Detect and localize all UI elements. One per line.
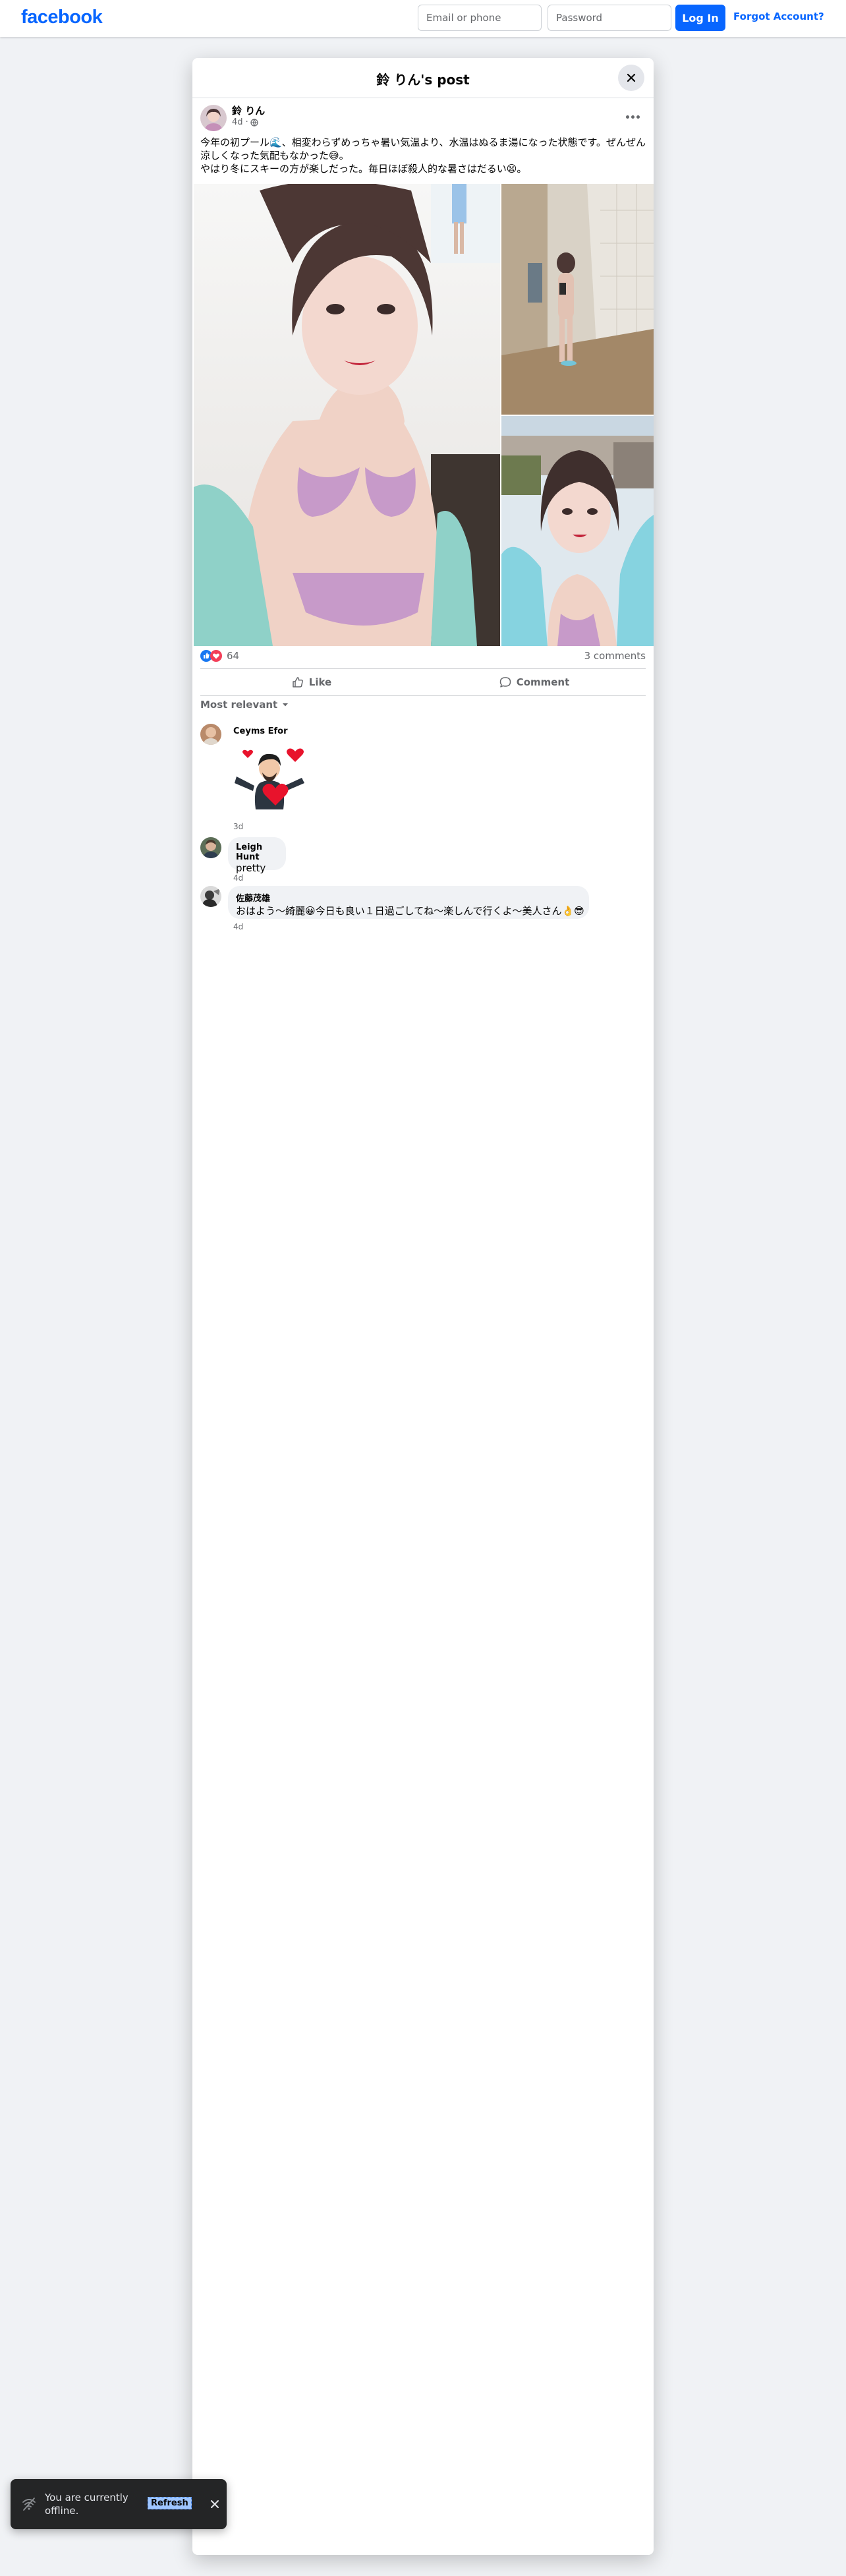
commenter-avatar[interactable] [200,837,221,858]
author-avatar[interactable] [200,105,227,131]
love-reaction-icon[interactable] [210,650,222,662]
close-icon [627,73,636,82]
sort-label: Most relevant [200,699,278,711]
comment-text: おはよう〜綺麗😀今日も良い１日過ごしてね〜楽しんで行くよ〜美人さん👌😎 [236,905,584,917]
comment-time[interactable]: 3d [233,822,243,831]
globe-icon [250,118,258,127]
reactions-summary: 64 3 comments [200,649,646,664]
login-button[interactable]: Log In [675,5,725,31]
chevron-down-icon [283,703,289,707]
heart-sticker [233,744,307,812]
dialog-header: 鈴 りん's post [192,58,654,98]
post-dialog: 鈴 りん's post 鈴 りん 4d · 今年の初プール🌊、相変わらずめっちゃ… [192,58,654,2555]
close-icon[interactable] [208,2498,221,2511]
post-photo-2[interactable] [501,184,654,415]
post-text-line: 涼しくなった気配もなかった😅。 [200,150,349,161]
email-field[interactable] [418,5,542,31]
commenter-avatar[interactable] [200,886,221,907]
close-button[interactable] [618,65,644,91]
post-actions-bar: Like Comment [200,668,646,696]
dialog-title: 鈴 りん's post [376,72,470,88]
author-name[interactable]: 鈴 りん [232,103,265,117]
comment-bubble: 佐藤茂雄 おはよう〜綺麗😀今日も良い１日過ごしてね〜楽しんで行くよ〜美人さん👌😎 [228,886,589,919]
password-field[interactable] [548,5,671,31]
post-photo-3[interactable] [501,416,654,646]
post-meta: 4d · [232,117,258,127]
facebook-logo[interactable]: facebook [21,7,103,28]
like-button[interactable]: Like [200,669,423,695]
forgot-account-link[interactable]: Forgot Account? [733,11,824,22]
wifi-off-icon [22,2498,36,2511]
refresh-link[interactable]: Refresh [148,2497,192,2509]
more-options-icon[interactable] [621,109,644,124]
comment-icon [499,677,511,688]
commenter-avatar[interactable] [200,724,221,745]
comment-label: Comment [516,676,570,688]
comment-button[interactable]: Comment [423,669,646,695]
post-text-line: 今年の初プール🌊、相変わらずめっちゃ暑い気温より、水温はぬるま湯になった状態です… [200,136,646,148]
commenter-name[interactable]: 佐藤茂雄 [236,891,581,904]
post-time[interactable]: 4d · [232,117,248,127]
comment-bubble: Leigh Hunt pretty [228,837,286,874]
reaction-count[interactable]: 64 [227,650,239,662]
post-text: 今年の初プール🌊、相変わらずめっちゃ暑い気温より、水温はぬるま湯になった状態です… [200,136,646,175]
comment-time[interactable]: 4d [233,873,243,883]
comment-time[interactable]: 4d [233,922,243,931]
like-label: Like [308,676,332,688]
offline-toast: You are currently offline. Refresh [11,2479,227,2529]
top-navigation-bar: facebook Log In Forgot Account? [0,0,846,37]
post-text-line: やはり冬にスキーの方が楽しだった。毎日ほぼ殺人的な暑さはだるい😫。 [200,163,527,175]
commenter-name[interactable]: Ceyms Efor [233,726,288,736]
comment-text: pretty [236,862,266,874]
commenter-name[interactable]: Leigh Hunt [236,842,278,862]
comments-count[interactable]: 3 comments [584,650,646,662]
offline-message: You are currently offline. [45,2492,128,2517]
comment-sort-dropdown[interactable]: Most relevant [200,699,289,711]
post-photo-1[interactable] [194,184,500,646]
thumbs-up-icon [293,677,303,688]
